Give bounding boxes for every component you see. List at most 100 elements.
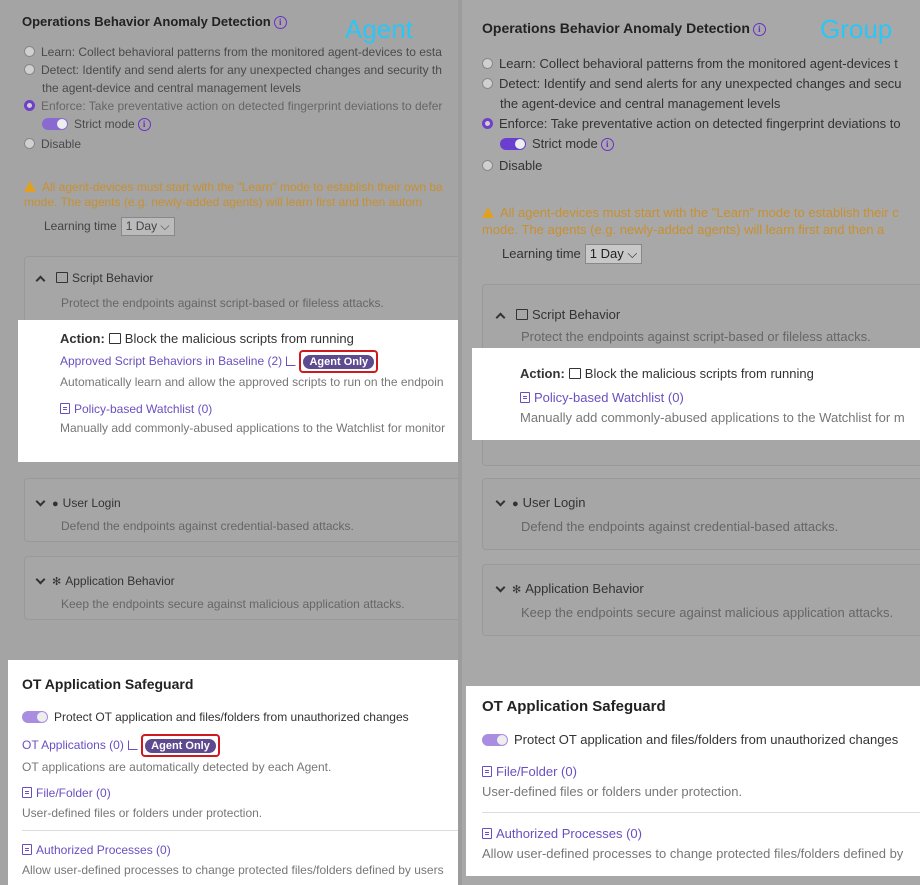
user-login-card: ● User Login Defend the endpoints against…	[482, 478, 920, 550]
mode-detect-cont: the agent-device and central management …	[42, 81, 301, 95]
app-behavior-desc: Keep the endpoints secure against malici…	[61, 597, 405, 611]
auth-proc-link[interactable]: Authorized Processes (0)	[36, 843, 171, 857]
learning-time-select[interactable]: 1 Day ⌵	[584, 244, 643, 264]
script-behavior-header[interactable]: Script Behavior	[495, 307, 620, 323]
app-behavior-header[interactable]: ✻ Application Behavior	[495, 581, 644, 596]
app-behavior-card: ✻ Application Behavior Keep the endpoints…	[482, 564, 920, 636]
radio-icon[interactable]	[24, 46, 35, 57]
ot-apps-link[interactable]: OT Applications (0)	[22, 738, 124, 752]
learning-time: Learning time 1 Day ⌵	[44, 217, 175, 236]
chevron-down-icon[interactable]	[495, 582, 506, 593]
list-icon	[482, 766, 492, 777]
ot-safeguard-section: OT Application Safeguard Protect OT appl…	[466, 686, 920, 876]
file-folder-desc: User-defined files or folders under prot…	[22, 806, 263, 820]
auth-proc-row[interactable]: Authorized Processes (0)	[22, 843, 171, 857]
list-icon	[60, 403, 70, 414]
learning-time: Learning time 1 Day ⌵	[502, 244, 643, 264]
radio-icon[interactable]	[482, 58, 493, 69]
radio-selected-icon[interactable]	[24, 100, 35, 111]
agent-only-highlight: Agent Only	[141, 734, 220, 757]
watchlist-link[interactable]: Policy-based Watchlist (0)	[74, 402, 212, 416]
list-icon	[482, 828, 492, 839]
mode-detect[interactable]: Detect: Identify and send alerts for any…	[482, 76, 902, 91]
info-icon[interactable]: i	[273, 16, 287, 29]
auth-proc-desc: Allow user-defined processes to change p…	[482, 846, 904, 861]
agent-only-badge: Agent Only	[145, 739, 216, 753]
mode-enforce[interactable]: Enforce: Take preventative action on det…	[482, 116, 901, 131]
mode-learn[interactable]: Learn: Collect behavioral patterns from …	[482, 56, 898, 71]
app-behavior-header[interactable]: ✻ Application Behavior	[35, 574, 175, 588]
agent-panel: Operations Behavior Anomaly Detection i A…	[0, 0, 458, 885]
mode-detect[interactable]: Detect: Identify and send alerts for any…	[24, 63, 442, 77]
auth-proc-row[interactable]: Authorized Processes (0)	[482, 826, 642, 841]
radio-icon[interactable]	[482, 78, 493, 89]
panel-title: Operations Behavior Anomaly Detection i	[22, 14, 287, 29]
file-folder-row[interactable]: File/Folder (0)	[482, 764, 577, 779]
watchlist-desc: Manually add commonly-abused application…	[520, 410, 905, 425]
info-icon[interactable]: i	[600, 138, 614, 151]
app-icon: ✻	[52, 576, 62, 588]
radio-selected-icon[interactable]	[482, 118, 493, 129]
chevron-up-icon[interactable]	[495, 312, 506, 323]
script-behavior-header[interactable]: Script Behavior	[35, 271, 153, 286]
strict-toggle[interactable]	[42, 118, 68, 130]
agent-only-highlight: Agent Only	[299, 350, 379, 373]
mode-learn[interactable]: Learn: Collect behavioral patterns from …	[24, 45, 442, 59]
radio-icon[interactable]	[24, 138, 35, 149]
script-behavior-desc: Protect the endpoints against script-bas…	[521, 329, 871, 344]
watchlist-row[interactable]: Policy-based Watchlist (0)	[60, 402, 212, 416]
info-icon[interactable]: i	[752, 23, 766, 36]
user-icon: ●	[52, 498, 59, 510]
strict-toggle[interactable]	[500, 138, 526, 150]
approved-row: Approved Script Behaviors in Baseline (2…	[60, 350, 379, 373]
watchlist-row[interactable]: Policy-based Watchlist (0)	[520, 390, 684, 405]
ot-apps-desc: OT applications are automatically detect…	[22, 760, 332, 774]
file-folder-row[interactable]: File/Folder (0)	[22, 786, 111, 800]
watchlist-link[interactable]: Policy-based Watchlist (0)	[534, 390, 684, 405]
radio-icon[interactable]	[24, 64, 35, 75]
mode-disable[interactable]: Disable	[24, 137, 81, 151]
script-icon	[56, 272, 68, 283]
external-link-icon[interactable]	[127, 740, 138, 750]
chevron-down-icon[interactable]	[35, 574, 46, 585]
script-detail-highlight: Action: Block the malicious scripts from …	[18, 320, 458, 462]
approved-desc: Automatically learn and allow the approv…	[60, 375, 444, 389]
strict-mode[interactable]: Strict mode i	[500, 136, 614, 151]
warning-icon	[24, 181, 36, 192]
group-panel: Operations Behavior Anomaly Detection i G…	[462, 0, 920, 885]
external-link-icon[interactable]	[286, 356, 297, 366]
info-icon[interactable]: i	[137, 118, 151, 131]
approved-scripts-link[interactable]: Approved Script Behaviors in Baseline (2…	[60, 354, 282, 368]
script-action: Action: Block the malicious scripts from …	[60, 331, 354, 346]
file-folder-link[interactable]: File/Folder (0)	[36, 786, 111, 800]
strict-mode[interactable]: Strict mode i	[42, 117, 151, 131]
chevron-down-icon[interactable]	[495, 496, 506, 507]
user-login-desc: Defend the endpoints against credential-…	[61, 519, 354, 533]
warning-icon	[482, 207, 494, 218]
ot-toggle-row[interactable]: Protect OT application and files/folders…	[482, 732, 898, 747]
script-behavior-desc: Protect the endpoints against script-bas…	[61, 296, 384, 310]
ot-title: OT Application Safeguard	[22, 676, 194, 692]
radio-icon[interactable]	[482, 160, 493, 171]
mode-disable[interactable]: Disable	[482, 158, 542, 173]
auth-proc-desc: Allow user-defined processes to change p…	[22, 863, 444, 877]
learning-time-select[interactable]: 1 Day ⌵	[120, 217, 175, 236]
script-icon	[516, 309, 528, 320]
ot-toggle[interactable]	[22, 711, 48, 723]
user-login-header[interactable]: ● User Login	[35, 496, 121, 510]
list-icon	[22, 787, 32, 798]
block-icon	[568, 368, 581, 379]
ot-safeguard-section: OT Application Safeguard Protect OT appl…	[8, 660, 458, 885]
chevron-up-icon[interactable]	[35, 275, 46, 286]
ot-toggle-row[interactable]: Protect OT application and files/folders…	[22, 710, 409, 724]
ot-toggle[interactable]	[482, 734, 508, 746]
auth-proc-link[interactable]: Authorized Processes (0)	[496, 826, 642, 841]
learn-warning: All agent-devices must start with the "L…	[482, 205, 899, 237]
chevron-down-icon[interactable]	[35, 496, 46, 507]
script-action: Action: Block the malicious scripts from …	[520, 366, 814, 381]
panel-label: Group	[820, 14, 893, 44]
file-folder-link[interactable]: File/Folder (0)	[496, 764, 577, 779]
user-login-header[interactable]: ● User Login	[495, 495, 586, 510]
agent-only-badge: Agent Only	[303, 355, 375, 369]
mode-enforce[interactable]: Enforce: Take preventative action on det…	[24, 99, 442, 113]
